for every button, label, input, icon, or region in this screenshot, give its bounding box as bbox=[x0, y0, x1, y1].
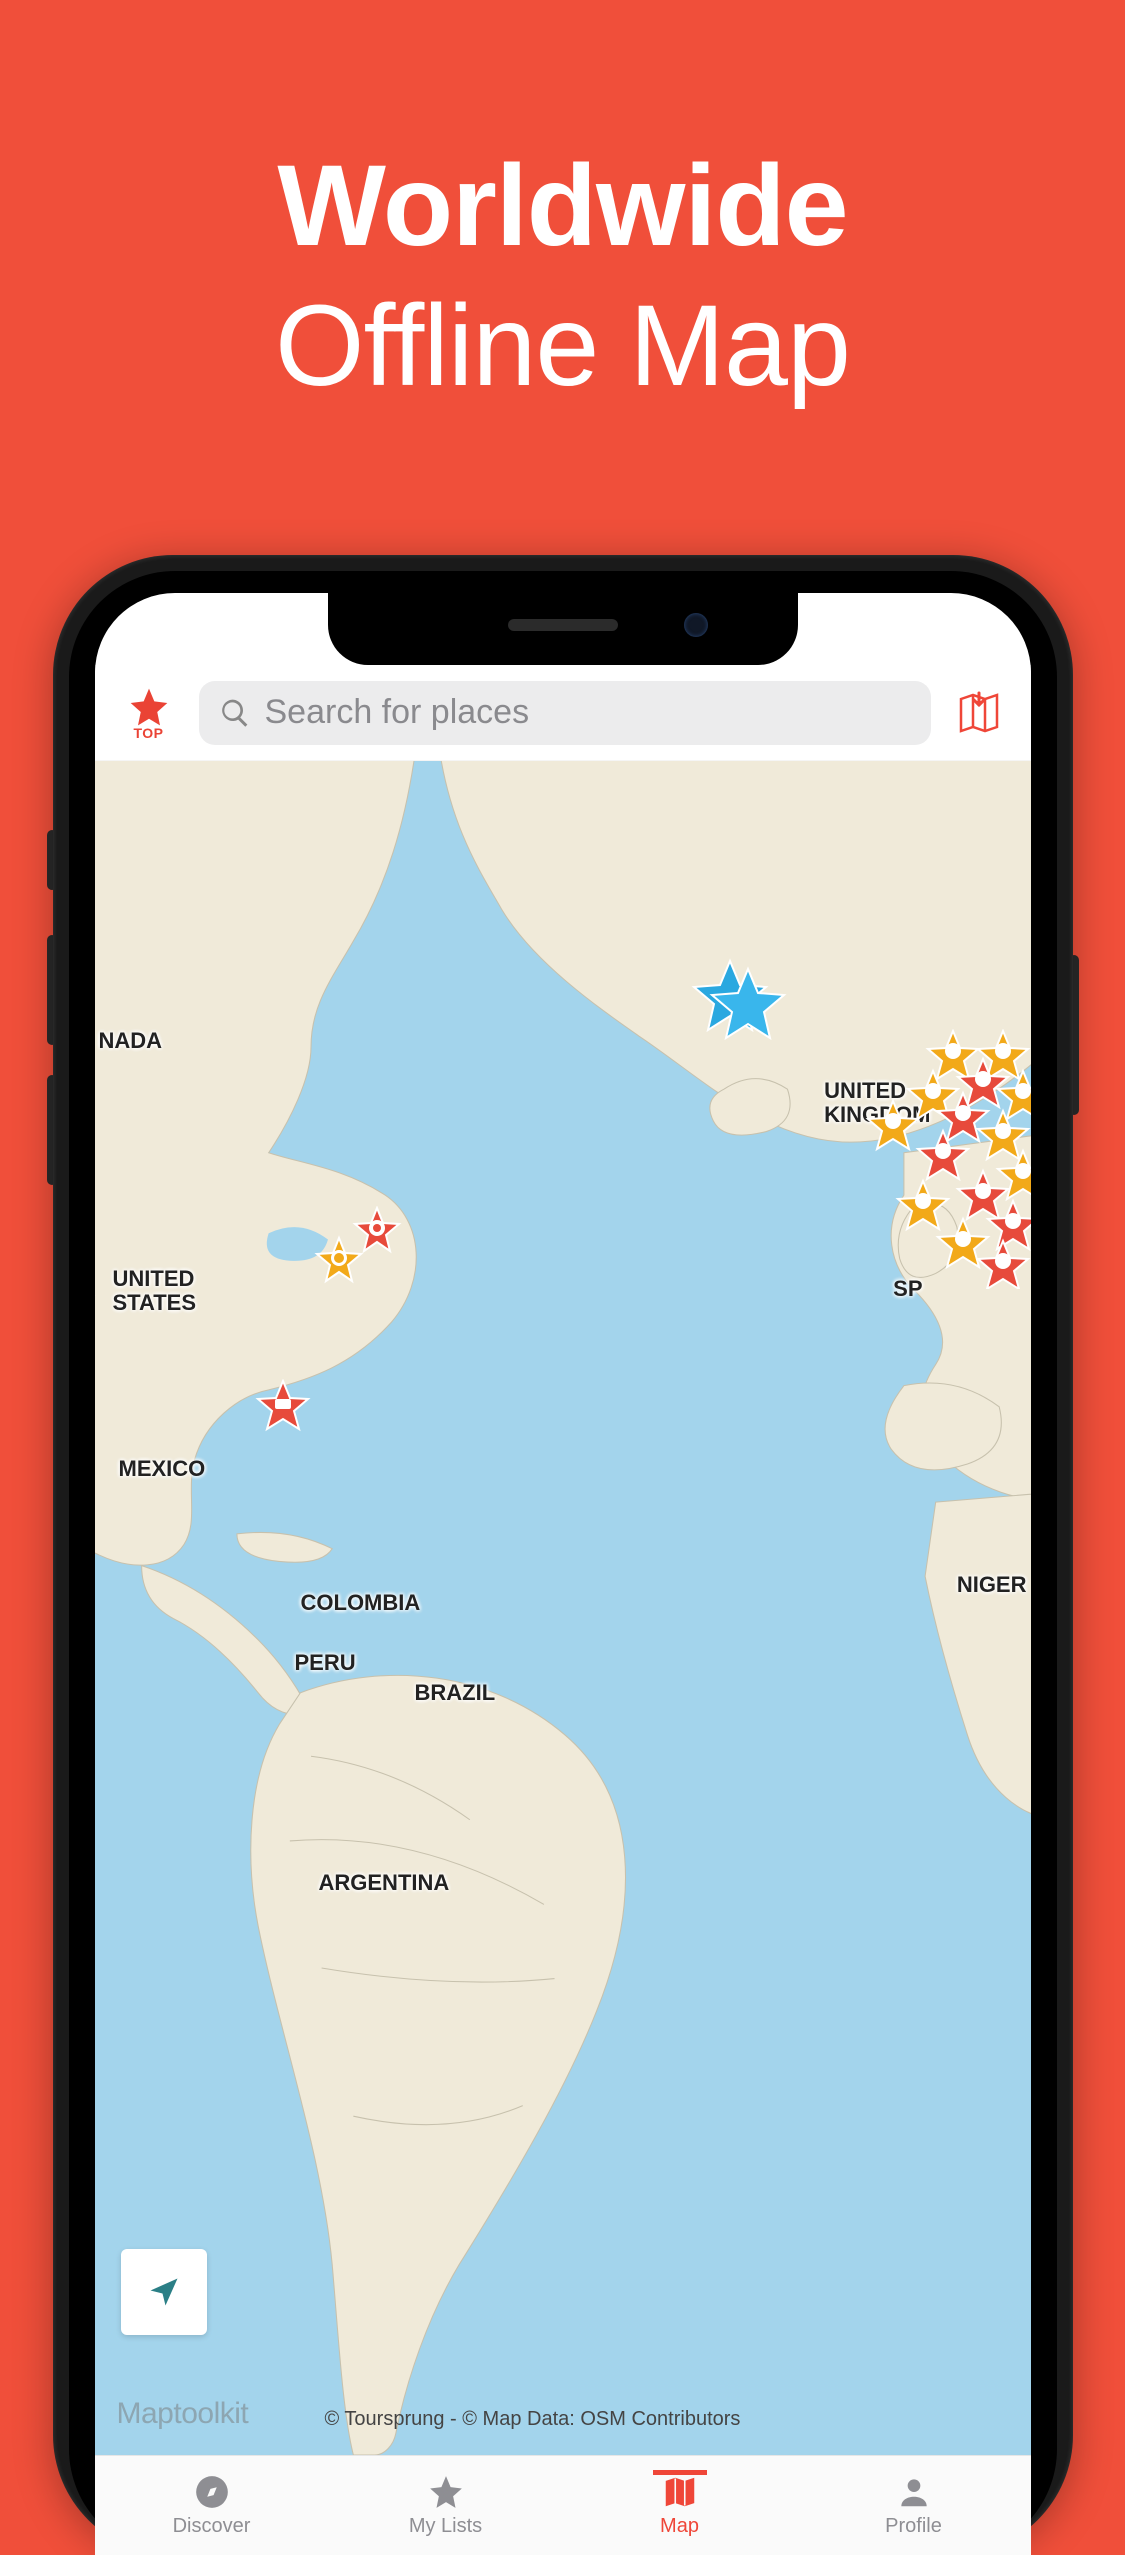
search-input[interactable]: Search for places bbox=[199, 681, 931, 745]
app-toolbar: TOP Search for places bbox=[95, 665, 1031, 761]
locate-me-button[interactable] bbox=[121, 2249, 207, 2335]
tab-label-discover: Discover bbox=[173, 2515, 251, 2538]
tab-mylists[interactable]: My Lists bbox=[329, 2473, 563, 2538]
map-canvas[interactable]: NADA UNITED STATES UNITED KINGDOM SP MEX… bbox=[95, 761, 1031, 2455]
search-icon bbox=[219, 697, 251, 729]
map-download-icon bbox=[955, 689, 1003, 737]
app-screen: TOP Search for places bbox=[95, 593, 1031, 2555]
poi-us-west[interactable] bbox=[95, 1271, 119, 1331]
map-icon bbox=[661, 2473, 699, 2511]
phone-mockup: TOP Search for places bbox=[53, 555, 1073, 2555]
headline-line-1: Worldwide bbox=[0, 140, 1125, 272]
country-label-mexico: MEXICO bbox=[119, 1457, 206, 1481]
device-notch bbox=[328, 591, 798, 665]
country-label-us: UNITED STATES bbox=[113, 1267, 197, 1315]
profile-icon bbox=[895, 2473, 933, 2511]
star-icon bbox=[427, 2473, 465, 2511]
map-attribution: © Toursprung - © Map Data: OSM Contribut… bbox=[325, 2408, 741, 2431]
tab-bar: Discover My Lists Map Profile bbox=[95, 2455, 1031, 2555]
tab-label-map: Map bbox=[660, 2515, 699, 2538]
poi-cluster-europe[interactable] bbox=[865, 1029, 1031, 1289]
poi-cluster-iceland[interactable] bbox=[680, 951, 790, 1051]
download-map-button[interactable] bbox=[951, 689, 1007, 737]
search-placeholder: Search for places bbox=[265, 693, 530, 732]
top-places-button[interactable]: TOP bbox=[119, 685, 179, 741]
country-label-brazil: BRAZIL bbox=[415, 1681, 496, 1705]
tab-map[interactable]: Map bbox=[563, 2473, 797, 2538]
country-label-argentina: ARGENTINA bbox=[319, 1871, 450, 1895]
country-label-colombia: COLOMBIA bbox=[301, 1591, 421, 1615]
tab-label-mylists: My Lists bbox=[409, 2515, 482, 2538]
tab-label-profile: Profile bbox=[885, 2515, 942, 2538]
map-watermark: Maptoolkit bbox=[117, 2397, 249, 2431]
tab-profile[interactable]: Profile bbox=[797, 2473, 1031, 2538]
star-icon bbox=[127, 685, 171, 729]
tab-discover[interactable]: Discover bbox=[95, 2473, 329, 2538]
promo-headline: Worldwide Offline Map bbox=[0, 0, 1125, 412]
active-tab-indicator bbox=[653, 2470, 707, 2475]
location-arrow-icon bbox=[146, 2274, 182, 2310]
country-label-peru: PERU bbox=[295, 1651, 356, 1675]
headline-line-2: Offline Map bbox=[0, 280, 1125, 412]
poi-cuba[interactable] bbox=[253, 1379, 313, 1435]
poi-us-east[interactable] bbox=[309, 1206, 409, 1296]
country-label-canada: NADA bbox=[99, 1029, 163, 1053]
world-map-svg bbox=[95, 761, 1031, 2455]
compass-icon bbox=[193, 2473, 231, 2511]
country-label-nigeria: NIGER bbox=[957, 1573, 1027, 1597]
top-label: TOP bbox=[133, 725, 163, 741]
